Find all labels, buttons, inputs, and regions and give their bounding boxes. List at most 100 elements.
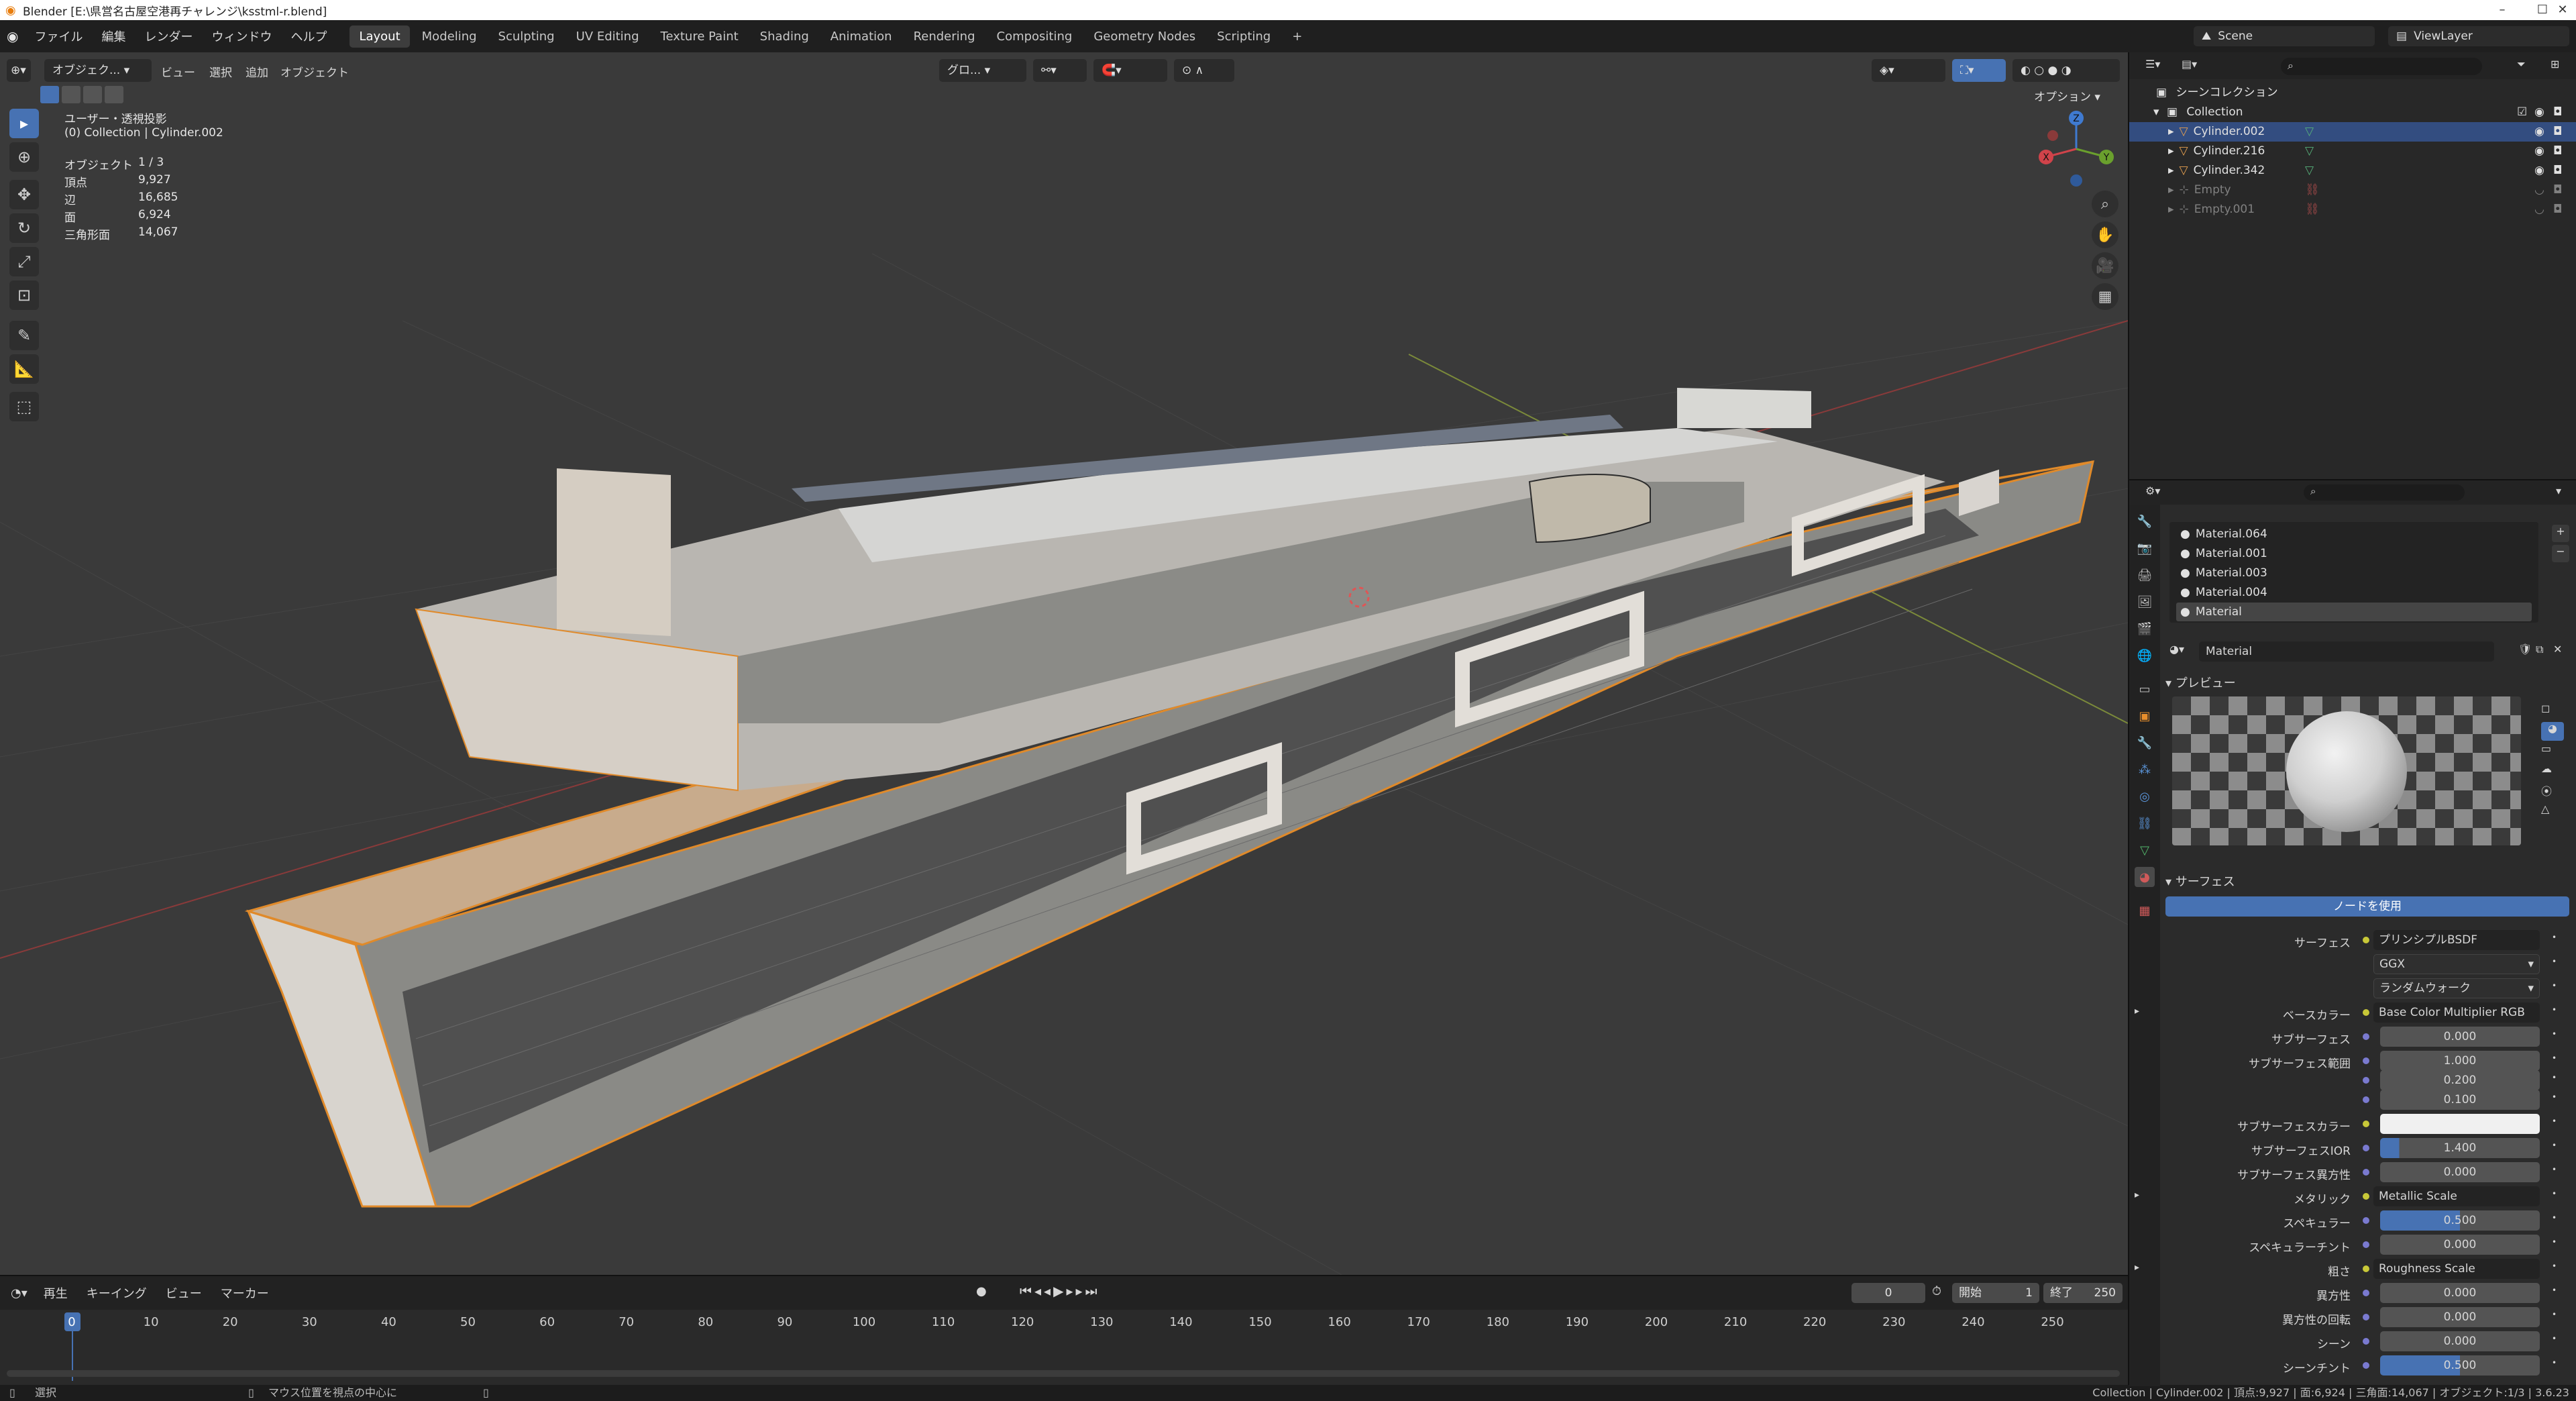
linked-node-field[interactable]: Metallic Scale [2373, 1186, 2540, 1206]
keyframe-dot-icon[interactable]: • [2552, 1029, 2557, 1039]
camera-icon[interactable]: ◘ [2553, 122, 2562, 142]
scale-tool[interactable]: ⤢ [9, 247, 39, 276]
keyframe-dot-icon[interactable]: • [2552, 1310, 2557, 1319]
rotate-tool[interactable]: ↻ [9, 213, 39, 243]
number-field[interactable]: 1.400 [2380, 1138, 2540, 1158]
tab-geometry-nodes[interactable]: Geometry Nodes [1084, 25, 1205, 48]
shading-mode-buttons[interactable]: ◐ ○ ● ◑ [2012, 59, 2120, 82]
tab-uv-editing[interactable]: UV Editing [567, 25, 649, 48]
menu-playback[interactable]: 再生 [44, 1284, 68, 1302]
new-collection-icon[interactable]: ⊞ [2551, 58, 2559, 70]
timeline-editor[interactable]: ◔▾ 再生 キーイング ビュー マーカー ● ⏮◂◂▶▸▸⏭ 0 ⏱ 開始 1 終… [0, 1275, 2128, 1385]
preview-section-label[interactable]: ▾ プレビュー [2165, 674, 2236, 691]
tab-rendering[interactable]: Rendering [904, 25, 985, 48]
camera-icon[interactable]: ◘ [2553, 200, 2562, 219]
properties-search-input[interactable]: ⌕ [2304, 484, 2465, 501]
keyframe-dot-icon[interactable]: • [2552, 957, 2557, 966]
pan-hand-icon[interactable]: ✋ [2092, 221, 2118, 248]
linked-node-field[interactable]: Base Color Multiplier RGB [2373, 1002, 2540, 1023]
properties-editor-type-icon[interactable]: ⚙▾ [2145, 484, 2160, 497]
number-field[interactable]: 0.000 [2380, 1307, 2540, 1327]
expand-arrow-icon[interactable]: ▸ [2135, 1006, 2139, 1017]
move-tool[interactable]: ✥ [9, 180, 39, 209]
start-frame-field[interactable]: 開始 1 [1952, 1283, 2039, 1303]
material-slot-item[interactable]: ● Material.001 [2176, 544, 2532, 563]
eye-icon[interactable]: ◡ [2534, 200, 2544, 219]
outliner-collection[interactable]: ▾ ▣ Collection ☑ ◉ ◘ [2129, 103, 2576, 122]
cursor-tool[interactable]: ⊕ [9, 142, 39, 172]
select-mode-buttons[interactable] [40, 86, 134, 103]
menu-object[interactable]: オブジェクト [280, 63, 349, 80]
view-layer-tab-icon[interactable]: 🖼 [2135, 592, 2155, 612]
camera-icon[interactable]: ◘ [2553, 180, 2562, 200]
keyframe-dot-icon[interactable]: • [2552, 1165, 2557, 1174]
material-selector[interactable]: ◕▾ Material 🛡 ⧉ ✕ [2169, 641, 2572, 662]
remove-slot-button[interactable]: − [2552, 545, 2569, 562]
linked-node-field[interactable]: Roughness Scale [2373, 1259, 2540, 1279]
expand-arrow-icon[interactable]: ▸ [2168, 125, 2174, 138]
keyframe-dot-icon[interactable]: • [2552, 1073, 2557, 1082]
use-nodes-button[interactable]: ノードを使用 [2165, 896, 2569, 917]
keyframe-dot-icon[interactable]: • [2552, 1286, 2557, 1295]
tab-texture-paint[interactable]: Texture Paint [651, 25, 748, 48]
snap-toggle[interactable]: 🧲▾ [1093, 59, 1167, 82]
minimize-button[interactable]: – [2482, 0, 2522, 20]
tab-layout[interactable]: Layout [350, 25, 410, 48]
tab-sculpting[interactable]: Sculpting [489, 25, 564, 48]
filter-icon[interactable]: ⏷ [2517, 58, 2526, 71]
expand-arrow-icon[interactable]: ▸ [2168, 164, 2174, 177]
panel-options-icon[interactable]: ▾ [2556, 484, 2561, 497]
tab-shading[interactable]: Shading [751, 25, 818, 48]
outliner-item[interactable]: ▸ ▽ Cylinder.002 ▽ ◉ ◘ [2129, 122, 2576, 142]
number-field[interactable]: 1.000 [2380, 1051, 2540, 1071]
tab-modeling[interactable]: Modeling [413, 25, 486, 48]
texture-tab-icon[interactable]: ▦ [2135, 900, 2155, 921]
material-slot-item[interactable]: ● Material.004 [2176, 583, 2532, 602]
outliner-item[interactable]: ▸ ▽ Cylinder.216 ▽ ◉ ◘ [2129, 142, 2576, 161]
number-field[interactable]: 0.200 [2380, 1070, 2540, 1090]
outliner-item[interactable]: ▸ ⊹ Empty.001 ⛓ ◡ ◘ [2129, 200, 2576, 219]
visibility-dropdown[interactable]: ◈▾ [1872, 59, 1945, 82]
camera-view-icon[interactable]: 🎥 [2092, 252, 2118, 279]
add-workspace-button[interactable]: + [1283, 25, 1311, 48]
material-slot-item[interactable]: ● Material.003 [2176, 564, 2532, 582]
expand-arrow-icon[interactable]: ▸ [2135, 1262, 2139, 1273]
constraints-tab-icon[interactable]: ⛓ [2135, 813, 2155, 833]
keyframe-dot-icon[interactable]: • [2552, 1237, 2557, 1247]
number-field[interactable]: 0.000 [2380, 1027, 2540, 1047]
menu-timeline-view[interactable]: ビュー [166, 1284, 202, 1302]
view-layer-selector[interactable]: ▤ ViewLayer [2388, 26, 2569, 46]
keyframe-dot-icon[interactable]: • [2552, 1005, 2557, 1015]
properties-panel[interactable]: ⚙▾ ⌕ ▾ 🔧 📷 🖨 🖼 🎬 🌐 ▭ ▣ 🔧 ⁂ ◎ ⛓ ▽ ◕ ▦ ● Ma… [2128, 479, 2576, 1386]
camera-icon[interactable]: ◘ [2553, 161, 2562, 180]
preview-type-buttons[interactable]: ◻ ◕ ▭ ☁ ⦿ △ [2541, 702, 2564, 836]
tab-compositing[interactable]: Compositing [987, 25, 1082, 48]
transform-tool[interactable]: ⊡ [9, 280, 39, 310]
tab-animation[interactable]: Animation [821, 25, 902, 48]
display-mode-icon[interactable]: ▤▾ [2182, 58, 2197, 70]
keyframe-dot-icon[interactable]: • [2552, 1053, 2557, 1063]
keyframe-dot-icon[interactable]: • [2552, 1141, 2557, 1150]
render-tab-icon[interactable]: 📷 [2135, 538, 2155, 558]
material-slot-item[interactable]: ● Material [2176, 603, 2532, 621]
dropdown-field[interactable]: GGX ▾ [2373, 954, 2540, 974]
eye-icon[interactable]: ◉ [2534, 161, 2544, 180]
options-button[interactable]: オプション ▾ [2026, 86, 2120, 109]
eye-icon[interactable]: ◡ [2534, 180, 2544, 200]
keyframe-dot-icon[interactable]: • [2552, 1358, 2557, 1367]
mode-dropdown[interactable]: オブジェク... ▾ [44, 59, 152, 82]
keyframe-dot-icon[interactable]: • [2552, 1117, 2557, 1126]
number-field[interactable]: 0.000 [2380, 1283, 2540, 1303]
menu-view[interactable]: ビュー [161, 63, 195, 80]
keyframe-dot-icon[interactable]: • [2552, 1334, 2557, 1343]
surface-section-label[interactable]: ▾ サーフェス [2165, 872, 2235, 890]
number-field[interactable]: 0.100 [2380, 1090, 2540, 1110]
collection-tab-icon[interactable]: ▭ [2135, 679, 2155, 699]
menu-file[interactable]: ファイル [25, 28, 92, 45]
editor-type-button[interactable]: ⊕▾ [7, 59, 31, 82]
outliner-panel[interactable]: ☰▾ ▤▾ ⌕ ⏷ ⊞ ▣ シーンコレクション ▾ ▣ Collection ☑… [2128, 52, 2576, 479]
transform-orientation-dropdown[interactable]: グロ... ▾ [939, 59, 1026, 82]
modifier-tab-icon[interactable]: 🔧 [2135, 733, 2155, 753]
expand-arrow-icon[interactable]: ▸ [2168, 183, 2174, 197]
output-tab-icon[interactable]: 🖨 [2135, 565, 2155, 585]
